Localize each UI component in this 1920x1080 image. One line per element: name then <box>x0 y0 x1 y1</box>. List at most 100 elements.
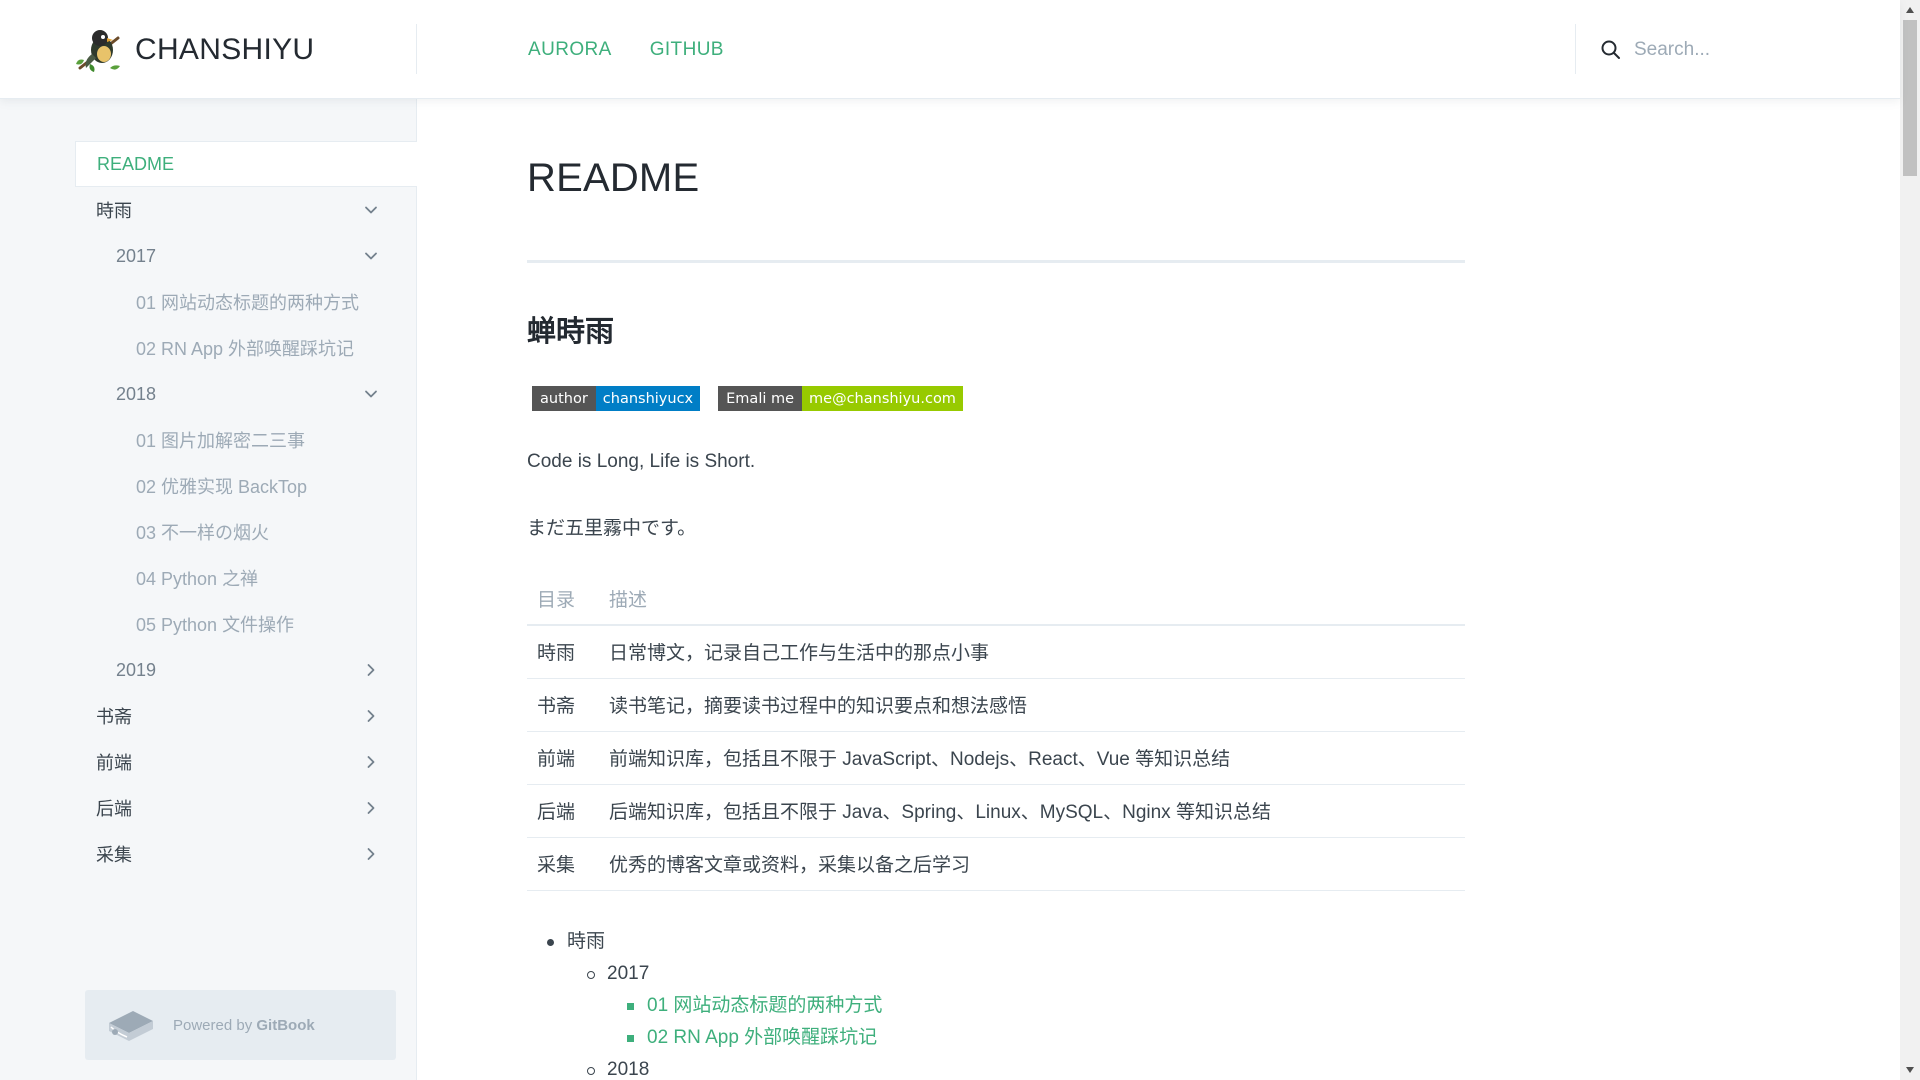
badge-value: chanshiyucx <box>595 386 701 411</box>
gitbook-icon <box>105 1005 157 1045</box>
circle-bullet-icon <box>587 1067 595 1075</box>
sidebar-item-label: 2017 <box>116 245 157 266</box>
sidebar-item-label: 采集 <box>96 845 132 865</box>
table-row: 书斋 读书笔记，摘要读书过程中的知识要点和想法感悟 <box>527 678 1465 732</box>
top-nav: AURORA GITHUB <box>528 0 724 99</box>
sidebar-item-label: 03 不一样の烟火 <box>136 523 270 543</box>
powered-brand: GitBook <box>256 1016 315 1034</box>
sidebar-item-label: 01 图片加解密二三事 <box>136 431 306 451</box>
main-content: README 蝉時雨 author chanshiyucx Emali me m… <box>417 99 1900 1080</box>
sidebar-item-label: 02 优雅实现 BackTop <box>136 477 308 497</box>
sidebar-item[interactable]: 05 Python 文件操作 <box>75 601 417 647</box>
table-cell: 优秀的博客文章或资料，采集以备之后学习 <box>599 837 1465 891</box>
site-logo-link[interactable]: CHANSHIYU <box>74 22 314 78</box>
chevron-down-icon[interactable] <box>361 384 381 404</box>
sidebar-item-label: 04 Python 之禅 <box>136 569 259 589</box>
sidebar-item[interactable]: 02 RN App 外部唤醒踩坑记 <box>75 325 417 371</box>
sidebar: README 時雨 2017 01 网站动态标题的两种方式 02 RN App 外部唤醒… <box>0 99 417 1080</box>
sidebar-item[interactable]: 時雨 <box>75 187 417 233</box>
author-badge[interactable]: author chanshiyucx <box>532 386 701 411</box>
sidebar-item[interactable]: 2018 <box>75 371 417 417</box>
column-header: 目录 <box>527 572 599 626</box>
search-divider <box>1575 24 1576 74</box>
sidebar-item-label: 時雨 <box>96 201 132 221</box>
section-heading: 蝉時雨 <box>527 316 615 348</box>
sidebar-item[interactable]: 04 Python 之禅 <box>75 555 417 601</box>
table-of-contents: README 時雨 2017 01 网站动态标题的两种方式 02 RN App 外部唤醒… <box>75 141 417 877</box>
table-cell: 书斋 <box>527 678 599 732</box>
list-item-link[interactable]: 02 RN App 外部唤醒踩坑记 <box>647 1025 877 1051</box>
nav-link-aurora[interactable]: AURORA <box>528 39 612 61</box>
sidebar-item[interactable]: 03 不一样の烟火 <box>75 509 417 555</box>
page-scrollbar[interactable] <box>1900 0 1920 1080</box>
chevron-right-icon[interactable] <box>361 660 381 680</box>
search-input[interactable] <box>1634 39 1894 61</box>
powered-by-text: Powered by GitBook <box>173 1017 315 1034</box>
chevron-right-icon[interactable] <box>361 844 381 864</box>
sidebar-item[interactable]: 采集 <box>75 831 417 877</box>
site-title: CHANSHIYU <box>135 33 315 66</box>
motto-paragraph: まだ五里霧中です。 <box>527 518 697 539</box>
search-box[interactable] <box>1600 30 1894 70</box>
table-header-row: 目录 描述 <box>527 572 1465 626</box>
square-bullet-icon <box>627 1003 634 1010</box>
table-row: 前端 前端知识库，包括且不限于 JavaScript、Nodejs、React、V… <box>527 731 1465 785</box>
powered-prefix: Powered by <box>173 1016 257 1034</box>
table-row: 時雨 日常博文，记录自己工作与生活中的那点小事 <box>527 625 1465 679</box>
email-badge[interactable]: Emali me me@chanshiyu.com <box>718 386 963 411</box>
sidebar-item[interactable]: README <box>75 141 417 187</box>
powered-by-gitbook-link[interactable]: Powered by GitBook <box>85 990 396 1060</box>
list-item-link[interactable]: 01 网站动态标题的两种方式 <box>647 993 882 1019</box>
sidebar-item[interactable]: 2019 <box>75 647 417 693</box>
chevron-down-icon[interactable] <box>361 200 381 220</box>
nav-link-github[interactable]: GITHUB <box>650 39 724 61</box>
table-cell: 前端知识库，包括且不限于 JavaScript、Nodejs、React、Vue… <box>599 731 1465 785</box>
column-header: 描述 <box>599 572 1465 626</box>
scrollbar-thumb[interactable] <box>1903 20 1917 176</box>
sidebar-item-label: 01 网站动态标题的两种方式 <box>136 293 360 313</box>
sidebar-item[interactable]: 01 网站动态标题的两种方式 <box>75 279 417 325</box>
chevron-right-icon[interactable] <box>361 798 381 818</box>
sidebar-item-label: 02 RN App 外部唤醒踩坑记 <box>136 339 355 359</box>
chevron-down-icon[interactable] <box>361 246 381 266</box>
intro-paragraph: Code is Long, Life is Short. <box>527 451 756 472</box>
sidebar-item[interactable]: 书斋 <box>75 693 417 739</box>
sidebar-item-label: 2019 <box>116 659 157 680</box>
table-cell: 后端 <box>527 784 599 838</box>
table-cell: 時雨 <box>527 625 599 679</box>
badges: author chanshiyucx Emali me me@chanshiyu… <box>532 386 963 411</box>
sidebar-item-label: 前端 <box>96 753 132 773</box>
sidebar-item[interactable]: 后端 <box>75 785 417 831</box>
table-cell: 日常博文，记录自己工作与生活中的那点小事 <box>599 625 1465 679</box>
chevron-right-icon[interactable] <box>361 752 381 772</box>
sidebar-item[interactable]: 02 优雅实现 BackTop <box>75 463 417 509</box>
badge-label: author <box>532 386 596 411</box>
table-cell: 后端知识库，包括且不限于 Java、Spring、Linux、MySQL、Ngi… <box>599 784 1465 838</box>
disc-bullet-icon <box>547 939 554 946</box>
sidebar-item-label: 后端 <box>96 799 132 819</box>
list-item: 2018 <box>607 1059 650 1080</box>
header-divider <box>416 24 417 74</box>
table-row: 后端 后端知识库，包括且不限于 Java、Spring、Linux、MySQL、N… <box>527 784 1465 838</box>
title-divider <box>527 260 1465 263</box>
top-header: CHANSHIYU AURORA GITHUB <box>0 0 1900 99</box>
sidebar-item[interactable]: 2017 <box>75 233 417 279</box>
badge-label: Emali me <box>718 386 803 411</box>
sidebar-item-label: 书斋 <box>96 707 132 727</box>
page-title: README <box>527 156 700 200</box>
sidebar-item[interactable]: 01 图片加解密二三事 <box>75 417 417 463</box>
scroll-up-arrow-icon[interactable] <box>1900 0 1920 20</box>
sidebar-item-label: 2018 <box>116 383 157 404</box>
list-item: 時雨 <box>567 931 606 952</box>
sidebar-item-label: README <box>97 153 175 174</box>
table-cell: 读书笔记，摘要读书过程中的知识要点和想法感悟 <box>599 678 1465 732</box>
table-cell: 前端 <box>527 731 599 785</box>
square-bullet-icon <box>627 1035 634 1042</box>
sidebar-item[interactable]: 前端 <box>75 739 417 785</box>
scroll-down-arrow-icon[interactable] <box>1900 1060 1920 1080</box>
table-cell: 采集 <box>527 837 599 891</box>
table-row: 采集 优秀的博客文章或资料，采集以备之后学习 <box>527 837 1465 891</box>
search-icon <box>1600 39 1622 61</box>
bird-logo-icon <box>74 24 126 76</box>
chevron-right-icon[interactable] <box>361 706 381 726</box>
